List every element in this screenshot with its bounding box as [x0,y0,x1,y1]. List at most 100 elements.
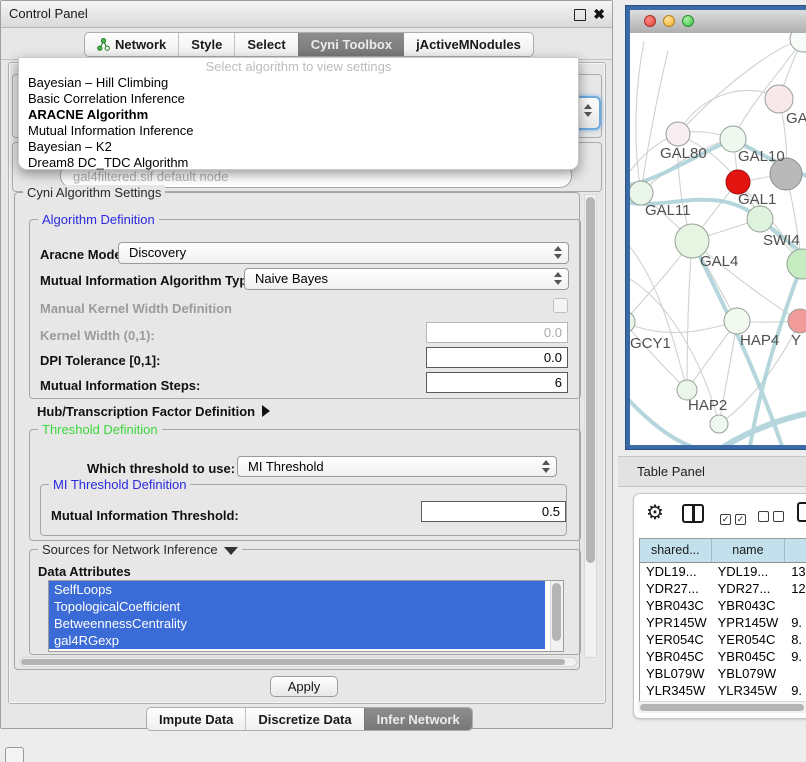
tab-jactivemnodules[interactable]: jActiveMNodules [404,33,533,56]
collapse-arrow-icon [224,547,238,555]
settings-horizontal-scrollbar[interactable] [19,657,577,667]
kernel-width-field[interactable]: 0.0 [426,322,568,343]
algorithm-definition-group: Algorithm Definition Aracne Mode: Discov… [29,219,581,399]
which-threshold-combo[interactable]: MI Threshold [237,456,557,477]
group-title: Threshold Definition [38,422,162,437]
node-label: SWI4 [763,232,800,249]
tab-group: Network Style Select Cyni Toolbox jActiv… [84,32,534,57]
apply-button[interactable]: Apply [270,676,338,697]
network-node-swi4[interactable] [747,206,773,232]
table-horizontal-scrollbar[interactable] [638,701,806,713]
stepper-arrows-icon [542,460,551,473]
hub-definition-expander[interactable]: Hub/Transcription Factor Definition [37,403,270,421]
column-header[interactable] [785,539,806,562]
close-icon[interactable]: ✖ [593,5,605,23]
group-title: Algorithm Definition [38,212,159,227]
scrollbar-thumb[interactable] [552,583,561,641]
table-row[interactable]: YBR045CYBR045C9. [640,648,806,665]
network-node-labels: GAL GAL80 GAL10 GAL1 GAL11 SWI4 GAL4 GCY… [630,110,806,414]
node-label: HAP2 [688,397,727,414]
algorithm-option[interactable]: Bayesian – K2 [19,139,578,155]
mi-steps-field[interactable]: 6 [426,372,568,393]
aracne-mode-label: Aracne Mode: [40,247,126,262]
list-item[interactable]: TopologicalCoefficient [49,598,545,615]
list-item[interactable]: SelfLoops [49,581,545,598]
table-row[interactable]: YLR345WYLR345W9. [640,682,806,699]
select-all-checkboxes-icon[interactable]: ✓✓ [720,509,750,527]
dpi-tolerance-field[interactable]: 0.0 [426,347,568,368]
node-label: Y [791,332,801,349]
scrollbar-thumb[interactable] [640,704,804,711]
network-node-hap4[interactable] [724,308,750,334]
dock-panel-icon[interactable] [5,747,24,762]
columns-icon[interactable] [682,504,704,523]
tab-select[interactable]: Select [234,33,297,56]
table-panel-titlebar: Table Panel [618,456,806,487]
tab-infer-network[interactable]: Infer Network [364,708,472,730]
network-node[interactable] [710,415,728,433]
stepper-arrows-icon [554,272,563,285]
tab-network[interactable]: Network [85,33,178,56]
network-node-pink[interactable] [788,309,806,333]
deselect-all-checkboxes-icon[interactable] [758,509,788,527]
kernel-width-label: Kernel Width (0,1): [40,328,155,343]
table-icon[interactable] [797,502,806,522]
algorithm-option[interactable]: Bayesian – Hill Climbing [19,75,578,91]
network-window-titlebar[interactable] [630,10,806,34]
list-item[interactable]: gal4RGexp [49,632,545,649]
algorithm-option[interactable]: Basic Correlation Inference [19,91,578,107]
network-graph: GAL GAL80 GAL10 GAL1 GAL11 SWI4 GAL4 GCY… [630,33,806,445]
mi-algorithm-type-combo[interactable]: Naive Bayes [244,268,569,290]
algorithm-option[interactable]: Dream8 DC_TDC Algorithm [19,155,578,171]
node-label: GAL10 [738,148,785,165]
threshold-definition-group: Threshold Definition Which threshold to … [29,429,581,541]
table-row[interactable]: YDL19...YDL19...13 [640,563,806,580]
network-node[interactable] [787,249,806,279]
network-node-gal80[interactable] [666,122,690,146]
table-header-row: shared... name [640,539,806,563]
column-header[interactable]: shared... [640,539,712,562]
algorithm-dropdown-popup: Select algorithm to view settings Bayesi… [18,57,579,170]
scrollbar-thumb[interactable] [21,659,565,665]
mi-threshold-field[interactable]: 0.5 [421,501,566,522]
tab-discretize-data[interactable]: Discretize Data [245,708,363,730]
table-row[interactable]: YBL079WYBL079W [640,665,806,682]
network-icon [97,38,110,51]
close-traffic-light[interactable] [644,15,656,27]
list-item[interactable]: BetweennessCentrality [49,615,545,632]
tab-cyni-toolbox[interactable]: Cyni Toolbox [298,33,404,56]
node-label: GAL80 [660,145,707,162]
network-node-gcy1[interactable] [630,311,635,333]
aracne-mode-combo[interactable]: Discovery [118,242,569,264]
table-panel-title: Table Panel [637,457,705,486]
scrollbar-thumb[interactable] [586,197,595,563]
network-node[interactable] [790,33,806,52]
table-row[interactable]: YPR145WYPR145W9. [640,614,806,631]
algorithm-option-selected[interactable]: ARACNE Algorithm [19,107,578,123]
node-label: GAL11 [645,202,691,219]
float-window-icon[interactable] [574,9,586,21]
gear-icon[interactable]: ⚙ [646,500,664,525]
which-threshold-label: Which threshold to use: [87,461,235,476]
algorithm-option[interactable]: Mutual Information Inference [19,123,578,139]
table-row[interactable]: YER054CYER054C8. [640,631,806,648]
tab-impute-data[interactable]: Impute Data [147,708,245,730]
tab-style[interactable]: Style [178,33,234,56]
expander-arrow-icon [262,405,270,417]
network-node[interactable] [765,85,793,113]
cyni-algorithm-settings-group: Cyni Algorithm Settings Algorithm Defini… [14,192,580,670]
minimize-traffic-light[interactable] [663,15,675,27]
manual-kernel-label: Manual Kernel Width Definition [40,301,232,316]
group-title: Cyni Algorithm Settings [23,185,165,200]
network-canvas[interactable]: GAL GAL80 GAL10 GAL1 GAL11 SWI4 GAL4 GCY… [630,33,806,445]
control-panel-titlebar[interactable]: Control Panel ✖ [1,1,612,28]
table-row[interactable]: YDR27...YDR27...12 [640,580,806,597]
node-label: GCY1 [630,335,671,352]
zoom-traffic-light[interactable] [682,15,694,27]
table-body: YDL19...YDL19...13 YDR27...YDR27...12 YB… [640,563,806,708]
settings-vertical-scrollbar[interactable] [584,194,597,658]
table-row[interactable]: YBR043CYBR043C [640,597,806,614]
column-header[interactable]: name [712,539,786,562]
list-vertical-scrollbar[interactable] [550,581,563,651]
manual-kernel-checkbox[interactable] [553,298,568,313]
